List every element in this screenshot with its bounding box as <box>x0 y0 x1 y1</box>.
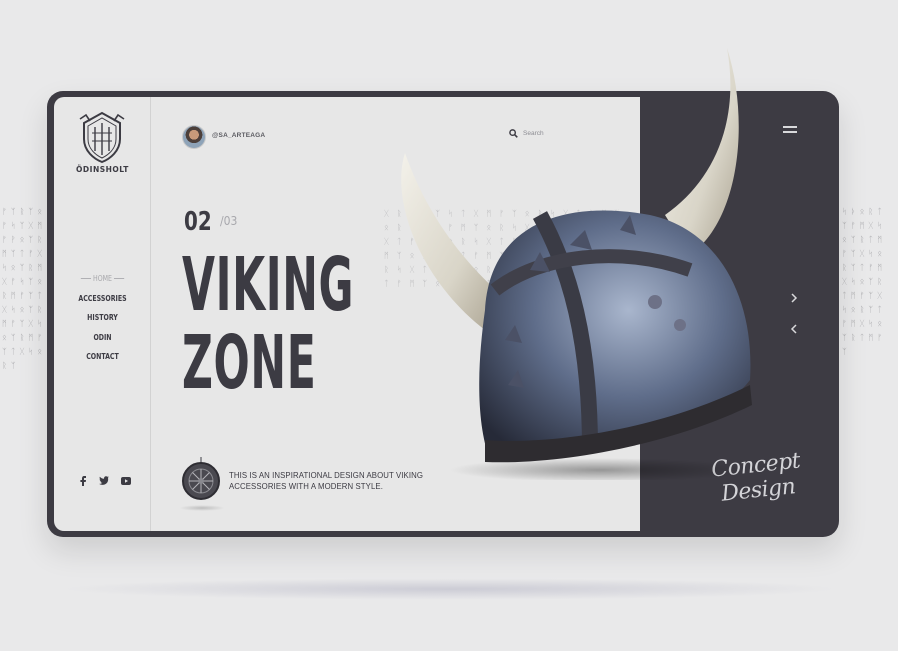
youtube-icon[interactable] <box>119 474 132 487</box>
nav-item-history[interactable]: HISTORY <box>61 308 143 328</box>
hamburger-menu-icon[interactable] <box>783 126 799 136</box>
nav-item-contact[interactable]: CONTACT <box>61 347 143 367</box>
nav-item-odin[interactable]: ODIN <box>61 328 143 348</box>
next-slide-button[interactable] <box>783 287 805 309</box>
facebook-icon[interactable] <box>76 474 89 487</box>
floor-shadow <box>60 578 840 600</box>
slide-total: /03 <box>220 214 238 228</box>
chevron-left-icon <box>790 324 797 334</box>
social-links <box>76 474 132 487</box>
prev-slide-button[interactable] <box>783 318 805 340</box>
slide-current: 02 <box>184 207 212 237</box>
menu-bar-bottom <box>783 131 797 133</box>
nav-label-home: HOME <box>92 273 112 283</box>
brand-name: ÖDINSHOLT <box>76 165 129 174</box>
twitter-icon[interactable] <box>98 474 111 487</box>
viking-helmet-image <box>401 48 752 480</box>
shield-logo-icon[interactable] <box>78 109 126 165</box>
chevron-right-icon <box>791 293 798 303</box>
user-handle[interactable]: @SA_ARTEAGA <box>212 132 265 139</box>
hero-title-line2: ZONE <box>182 320 317 406</box>
dash-right <box>113 278 124 279</box>
menu-bar-top <box>783 126 797 128</box>
dash-left <box>81 278 92 279</box>
side-nav: HOME ACCESSORIES HISTORY ODIN CONTACT <box>54 269 151 367</box>
rune-pattern-left: ᚠᛉᚱᛉᛟᚠᛋᛉᚷᛗᚠᚹᛟᛉᚱᛗᛉᛏᚠᚷᛋᛟᛉᚱᛗᚷᚠᛋᛉᛟᚱᛗᚠᛉᛏᚷᛋᛟᛉᚱ… <box>2 207 46 370</box>
user-avatar[interactable] <box>182 125 206 149</box>
hero-title-line1: VIKING <box>182 242 355 328</box>
nav-item-home[interactable]: HOME <box>61 269 143 289</box>
medallion-shadow <box>179 505 225 511</box>
sidebar: ÖDINSHOLT HOME ACCESSORIES HISTORY ODIN … <box>54 97 151 531</box>
rune-pattern-right: ᛋᚦᛟᚱᛏᛉᚠᛗᚷᛋᛟᛉᚱᛏᛗᚠᛉᚷᛋᛟᚱᛉᛏᚠᛗᚷᛋᛟᛉᚱᛏᛗᚠᛉᚷᛋᛟᚱᛉᛏ… <box>842 207 886 356</box>
amulet-medallion-icon[interactable] <box>181 457 221 501</box>
nav-item-accessories[interactable]: ACCESSORIES <box>61 289 143 309</box>
